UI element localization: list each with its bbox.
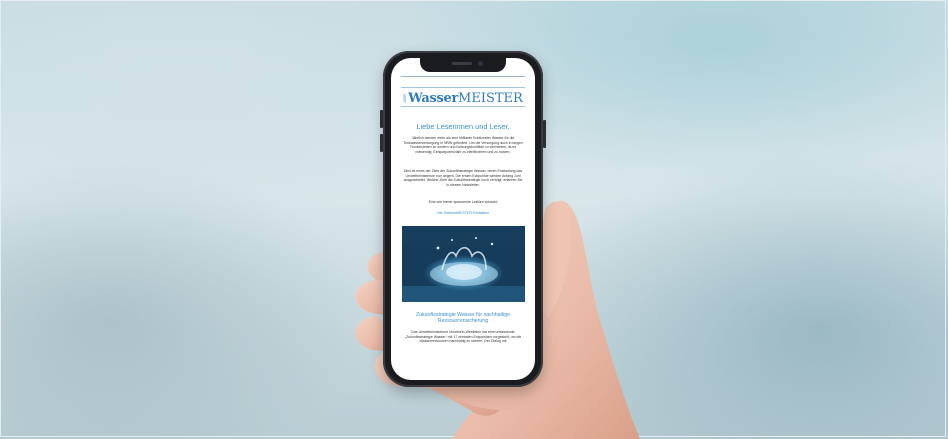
phone-notch: [420, 58, 506, 72]
logo-meister-text: MEISTER: [458, 91, 523, 106]
intro-paragraph: Jährlich werden mehr als eine Milliarde …: [403, 136, 523, 154]
splash-graphic: [402, 226, 525, 302]
volume-button: [380, 110, 383, 128]
header-divider: [401, 76, 525, 77]
logo-rule-bottom: [401, 106, 525, 107]
greeting-heading: Liebe Leserinnen und Leser,: [416, 122, 510, 131]
phone-screen[interactable]: DERWasserMEISTER Liebe Leserinnen und Le…: [391, 58, 535, 380]
article-text: Das Umweltministerium Nordrhein-Westfale…: [404, 330, 522, 343]
logo-der-text: DER: [402, 93, 408, 102]
power-button: [543, 120, 546, 148]
strategy-paragraph: Dies ist eines der Ziele der Zukunftsstr…: [403, 169, 523, 187]
closing-line: Eine wie immer spannende Lektüre wünscht: [428, 200, 498, 204]
logo-wasser-text: Wasser: [408, 91, 459, 106]
wassermeister-logo: DERWasserMEISTER: [401, 89, 525, 106]
front-camera: [478, 61, 483, 66]
signature-line: Ihre WasserMEISTER-Redaktion: [436, 211, 490, 215]
article-title[interactable]: Zukunftsstrategie Wasser für nachhaltige…: [401, 312, 525, 325]
logo-rule-top: [401, 87, 525, 88]
volume-button: [380, 134, 383, 152]
speaker-grille: [452, 62, 472, 65]
water-splash-image[interactable]: [402, 226, 525, 302]
